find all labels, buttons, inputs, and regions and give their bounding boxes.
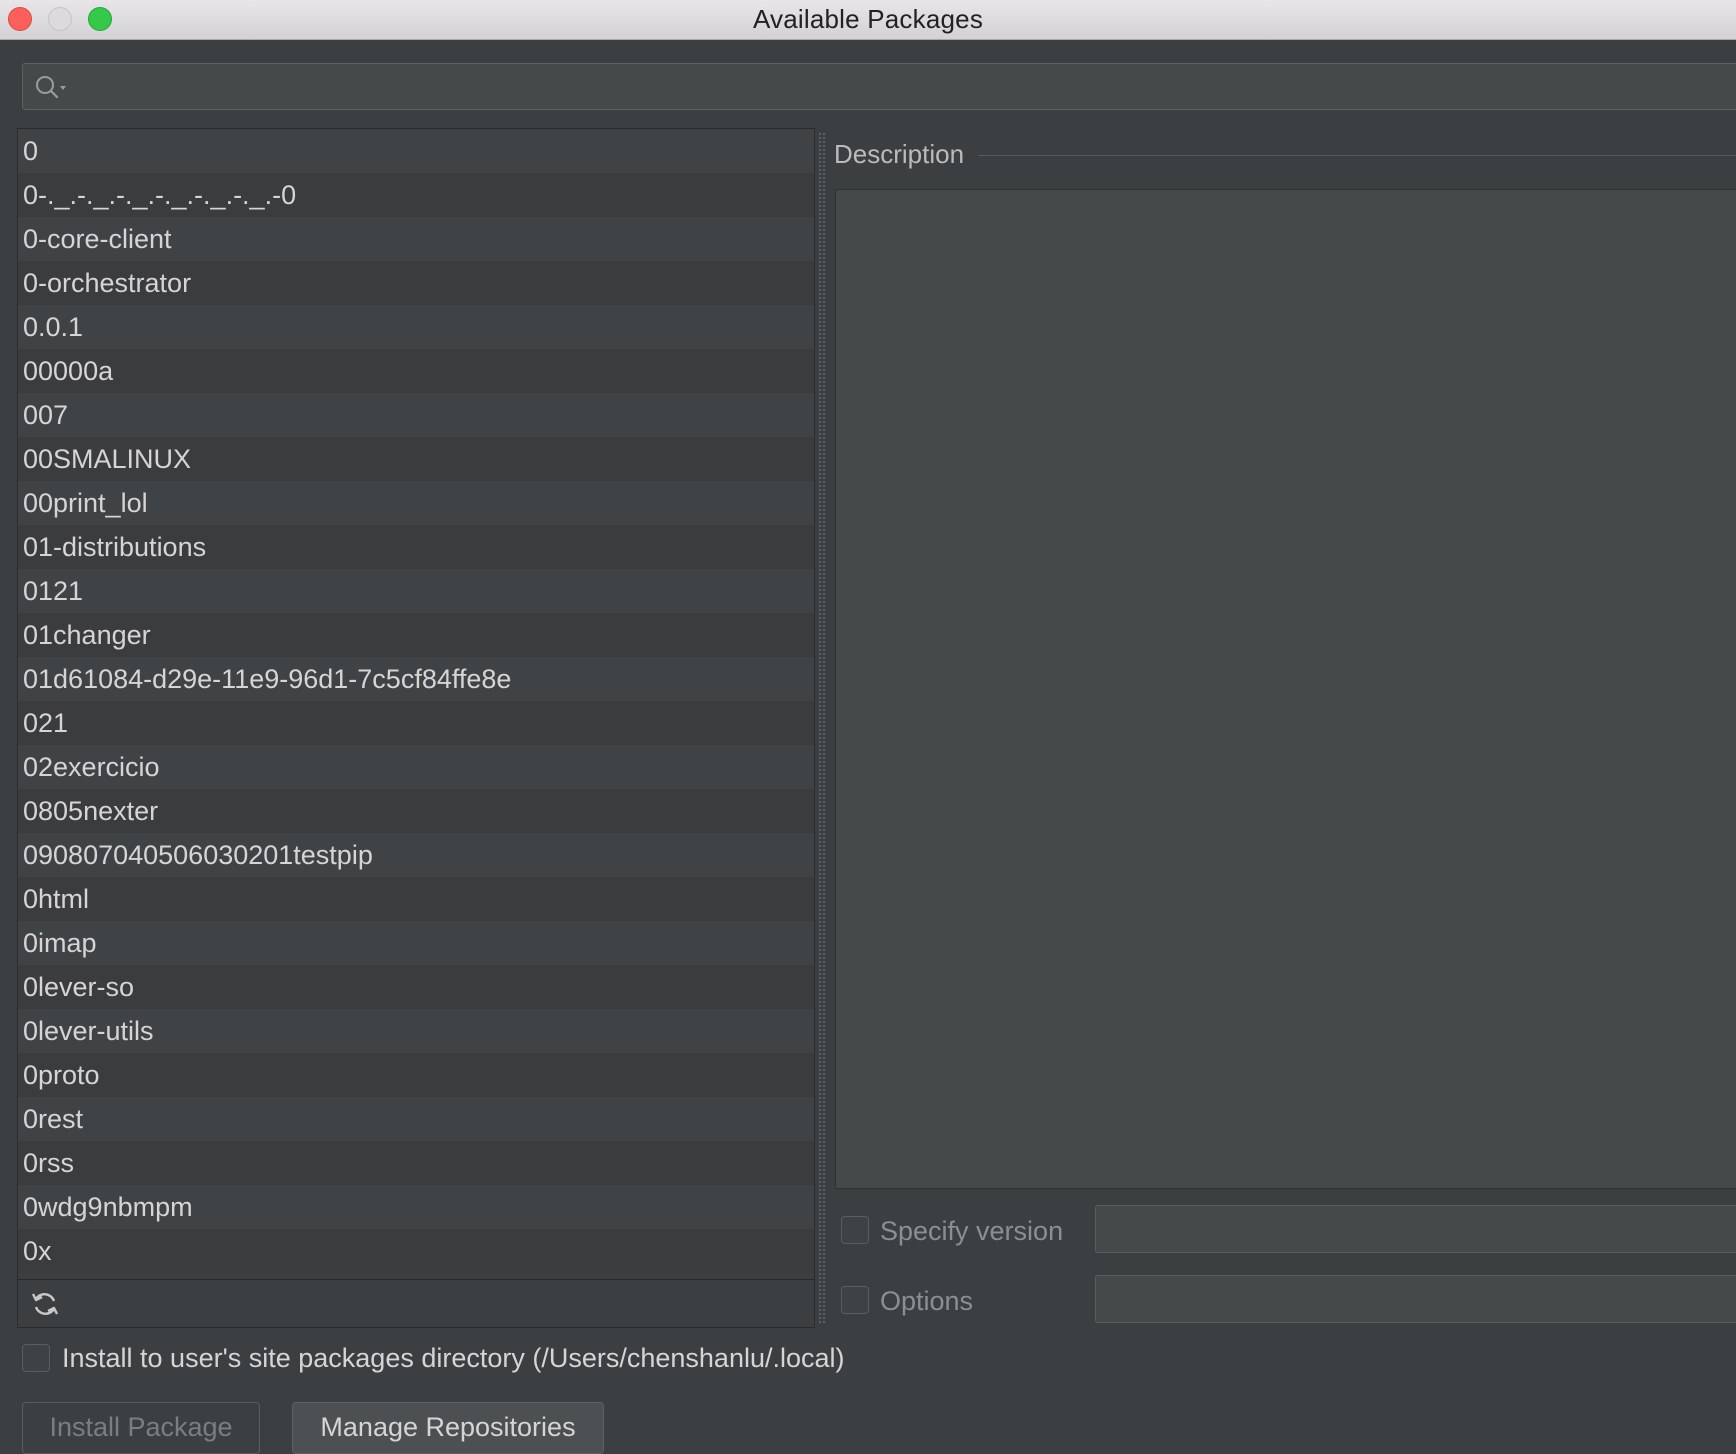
package-list-item[interactable]: 0-._.-._.-._.-._.-._.-._.-0 xyxy=(18,173,814,217)
window-title: Available Packages xyxy=(752,4,984,34)
package-list-item[interactable]: 090807040506030201testpip xyxy=(18,833,814,877)
manage-repositories-button[interactable]: Manage Repositories xyxy=(292,1402,604,1454)
install-package-button[interactable]: Install Package xyxy=(22,1402,260,1454)
description-divider xyxy=(978,155,1736,156)
package-list-item[interactable]: 0wdg9nbmpm xyxy=(18,1185,814,1229)
package-list-item[interactable]: 021 xyxy=(18,701,814,745)
package-list[interactable]: 0 0-._.-._.-._.-._.-._.-._.-0 0-core-clien… xyxy=(18,129,814,1273)
install-user-site-label: Install to user's site packages director… xyxy=(62,1343,845,1373)
package-list-item[interactable]: 0proto xyxy=(18,1053,814,1097)
package-list-panel: 0 0-._.-._.-._.-._.-._.-._.-0 0-core-clien… xyxy=(17,128,815,1328)
package-list-item[interactable]: 007 xyxy=(18,393,814,437)
package-list-item[interactable]: 0lever-so xyxy=(18,965,814,1009)
refresh-icon[interactable] xyxy=(30,1289,60,1319)
package-list-item[interactable]: 0html xyxy=(18,877,814,921)
splitter-handle[interactable] xyxy=(818,132,826,1324)
package-list-item[interactable]: 0-core-client xyxy=(18,217,814,261)
package-list-item[interactable]: 01-distributions xyxy=(18,525,814,569)
package-list-item[interactable]: 00print_lol xyxy=(18,481,814,525)
package-list-item[interactable]: 02exercicio xyxy=(18,745,814,789)
specify-version-label: Specify version xyxy=(880,1216,1064,1246)
package-list-item[interactable]: 0rest xyxy=(18,1097,814,1141)
options-field[interactable] xyxy=(1095,1275,1736,1323)
title-bar: Available Packages xyxy=(0,0,1736,40)
package-list-item[interactable]: 0imap xyxy=(18,921,814,965)
search-icon[interactable] xyxy=(33,72,73,102)
package-list-item[interactable]: 0805nexter xyxy=(18,789,814,833)
package-list-item[interactable]: 0-orchestrator xyxy=(18,261,814,305)
description-label: Description xyxy=(834,139,965,169)
specify-version-checkbox[interactable] xyxy=(841,1216,869,1244)
specify-version-field[interactable] xyxy=(1095,1205,1736,1253)
package-list-item[interactable]: 0x xyxy=(18,1229,814,1273)
search-input[interactable] xyxy=(83,64,1723,109)
options-checkbox[interactable] xyxy=(841,1286,869,1314)
install-user-site-checkbox[interactable] xyxy=(22,1344,50,1372)
package-list-item[interactable]: 00SMALINUX xyxy=(18,437,814,481)
description-panel xyxy=(835,189,1736,1189)
package-list-item[interactable]: 0.0.1 xyxy=(18,305,814,349)
package-list-item[interactable]: 00000a xyxy=(18,349,814,393)
package-list-item[interactable]: 0rss xyxy=(18,1141,814,1185)
package-list-toolbar xyxy=(18,1279,814,1327)
package-list-item[interactable]: 01d61084-d29e-11e9-96d1-7c5cf84ffe8e xyxy=(18,657,814,701)
search-field[interactable] xyxy=(22,63,1736,110)
package-list-item[interactable]: 0121 xyxy=(18,569,814,613)
package-list-item[interactable]: 0lever-utils xyxy=(18,1009,814,1053)
package-list-item[interactable]: 01changer xyxy=(18,613,814,657)
package-list-item[interactable]: 0 xyxy=(18,129,814,173)
options-label: Options xyxy=(880,1286,974,1316)
